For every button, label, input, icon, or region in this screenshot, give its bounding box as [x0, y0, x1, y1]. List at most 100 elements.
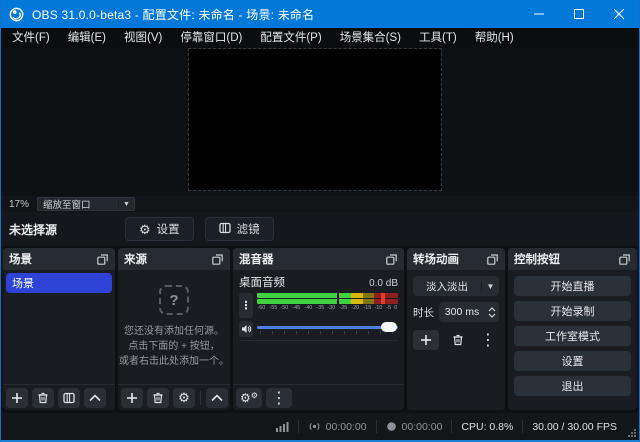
duration-spinbox[interactable]: 300 ms [439, 302, 499, 322]
source-filters-button[interactable]: 滤镜 [205, 217, 274, 241]
transitions-toolbar: ⋮ [413, 330, 499, 350]
transitions-body: 淡入淡出 ▼ 时长 300 ms ⋮ [407, 270, 505, 410]
menu-scene-collection[interactable]: 场景集合(S) [331, 28, 410, 48]
sources-panel: 来源 ? 您还没有添加任何源。 点击下面的 + 按钮， 或者右击此处添加一个。 … [118, 248, 230, 410]
scene-list-item-selected[interactable]: 场景 [6, 273, 112, 293]
transitions-panel-header[interactable]: 转场动画 [407, 248, 505, 270]
add-transition-button[interactable] [413, 330, 439, 350]
no-source-label: 未选择源 [9, 221, 57, 238]
mixer-channel-name: 桌面音频 [239, 274, 285, 290]
sources-empty-state: ? 您还没有添加任何源。 点击下面的 + 按钮， 或者右击此处添加一个。 [118, 270, 230, 384]
sources-panel-header[interactable]: 来源 [118, 248, 230, 270]
close-button[interactable] [599, 0, 639, 28]
source-up-button[interactable] [206, 388, 228, 408]
menu-file[interactable]: 文件(F) [3, 28, 59, 48]
mixer-channel-menu-button[interactable]: ⋮ [239, 293, 253, 318]
remove-transition-button[interactable] [447, 330, 469, 350]
slider-track [257, 326, 398, 329]
menu-help[interactable]: 帮助(H) [466, 28, 523, 48]
scene-filters-button[interactable] [58, 388, 80, 408]
slider-handle[interactable] [381, 322, 397, 332]
add-source-button[interactable] [121, 388, 143, 408]
filters-icon [219, 222, 231, 237]
statusbar-divider [451, 420, 452, 433]
titlebar[interactable]: OBS 31.0.0-beta3 - 配置文件: 未命名 - 场景: 未命名 [1, 0, 639, 28]
mixer-panel-title: 混音器 [239, 251, 386, 267]
menu-view[interactable]: 视图(V) [115, 28, 171, 48]
preview-canvas[interactable] [189, 49, 441, 190]
meter-peak-indicator [337, 293, 339, 304]
cpu-usage: CPU: 0.8% [461, 421, 513, 433]
window-controls [519, 0, 639, 28]
volume-meter: -60-55-50-45-40-35-30-25-20-15-10-50 [257, 293, 398, 318]
obs-window: OBS 31.0.0-beta3 - 配置文件: 未命名 - 场景: 未命名 文… [0, 0, 640, 442]
exit-button[interactable]: 退出 [514, 376, 631, 396]
mixer-volume-db: 0.0 dB [369, 278, 398, 289]
transition-properties-kebab-icon[interactable]: ⋮ [477, 330, 499, 350]
minimize-button[interactable] [519, 0, 559, 28]
maximize-button[interactable] [559, 0, 599, 28]
sources-empty-line-1: 您还没有添加任何源。 [119, 324, 229, 339]
preview-area[interactable] [1, 48, 639, 196]
mixer-panel-header[interactable]: 混音器 [233, 248, 404, 270]
popout-icon[interactable] [487, 254, 499, 265]
scenes-kebab-icon[interactable]: ⋮ [110, 388, 115, 408]
chevron-down-icon [488, 313, 496, 318]
controls-panel-header[interactable]: 控制按钮 [508, 248, 637, 270]
controls-panel: 控制按钮 开始直播 开始录制 工作室模式 设置 退出 [508, 248, 637, 410]
chevron-down-icon: ▼ [118, 201, 134, 208]
scene-list[interactable]: 场景 [3, 270, 115, 384]
transitions-panel: 转场动画 淡入淡出 ▼ 时长 300 ms [407, 248, 505, 410]
mixer-channel-strip: 桌面音频 0.0 dB ⋮ [233, 270, 404, 343]
transition-select[interactable]: 淡入淡出 ▼ [413, 276, 499, 296]
popout-icon[interactable] [212, 254, 224, 265]
gears-icon: ⚙⚙ [240, 391, 258, 405]
add-scene-button[interactable] [6, 388, 28, 408]
source-properties-button[interactable]: ⚙ [173, 388, 195, 408]
zoom-row: 17% 缩放至窗口 ▼ [1, 196, 639, 212]
meter-bar-right [257, 299, 398, 304]
mute-button[interactable] [239, 321, 253, 337]
scenes-panel-header[interactable]: 场景 [3, 248, 115, 270]
popout-icon[interactable] [97, 254, 109, 265]
mixer-kebab-button[interactable]: ⋮ [266, 388, 292, 408]
spinner-arrows[interactable] [485, 307, 499, 318]
remove-scene-button[interactable] [32, 388, 54, 408]
popout-icon[interactable] [386, 254, 398, 265]
remove-source-button[interactable] [147, 388, 169, 408]
menubar: 文件(F) 编辑(E) 视图(V) 停靠窗口(D) 配置文件(P) 场景集合(S… [1, 28, 639, 48]
transition-select-value: 淡入淡出 [413, 279, 481, 294]
scene-up-button[interactable] [84, 388, 106, 408]
volume-slider[interactable] [257, 320, 398, 336]
menu-edit[interactable]: 编辑(E) [59, 28, 115, 48]
menu-tools[interactable]: 工具(T) [410, 28, 466, 48]
menu-profile[interactable]: 配置文件(P) [251, 28, 330, 48]
chevron-up-icon [488, 307, 496, 312]
toolbar-divider [200, 391, 201, 405]
gear-icon: ⚙ [178, 390, 190, 406]
resize-grip[interactable] [628, 429, 636, 437]
source-toolbar: 未选择源 ⚙ 设置 滤镜 [1, 212, 639, 246]
slider-tick-marks [260, 331, 395, 334]
gear-icon: ⚙ [139, 223, 151, 236]
source-list[interactable]: ? 您还没有添加任何源。 点击下面的 + 按钮， 或者右击此处添加一个。 [118, 270, 230, 384]
studio-mode-button[interactable]: 工作室模式 [514, 326, 631, 346]
start-streaming-button[interactable]: 开始直播 [514, 276, 631, 296]
start-recording-button[interactable]: 开始录制 [514, 301, 631, 321]
mixer-divider [239, 340, 398, 341]
network-signal-icon [276, 421, 289, 432]
statusbar-divider [376, 420, 377, 433]
duration-label: 时长 [413, 305, 434, 320]
record-time: 00:00:00 [402, 421, 443, 433]
popout-icon[interactable] [619, 254, 631, 265]
mixer-body: 桌面音频 0.0 dB ⋮ [233, 270, 404, 384]
record-status-icon [386, 421, 397, 432]
advanced-audio-button[interactable]: ⚙⚙ [236, 388, 262, 408]
obs-logo-icon [9, 7, 24, 22]
settings-button[interactable]: 设置 [514, 351, 631, 371]
menu-docks[interactable]: 停靠窗口(D) [171, 28, 251, 48]
controls-body: 开始直播 开始录制 工作室模式 设置 退出 [508, 270, 637, 410]
sources-empty-line-2: 点击下面的 + 按钮， [119, 339, 229, 354]
source-settings-button[interactable]: ⚙ 设置 [125, 217, 194, 241]
zoom-mode-select[interactable]: 缩放至窗口 ▼ [37, 197, 135, 211]
